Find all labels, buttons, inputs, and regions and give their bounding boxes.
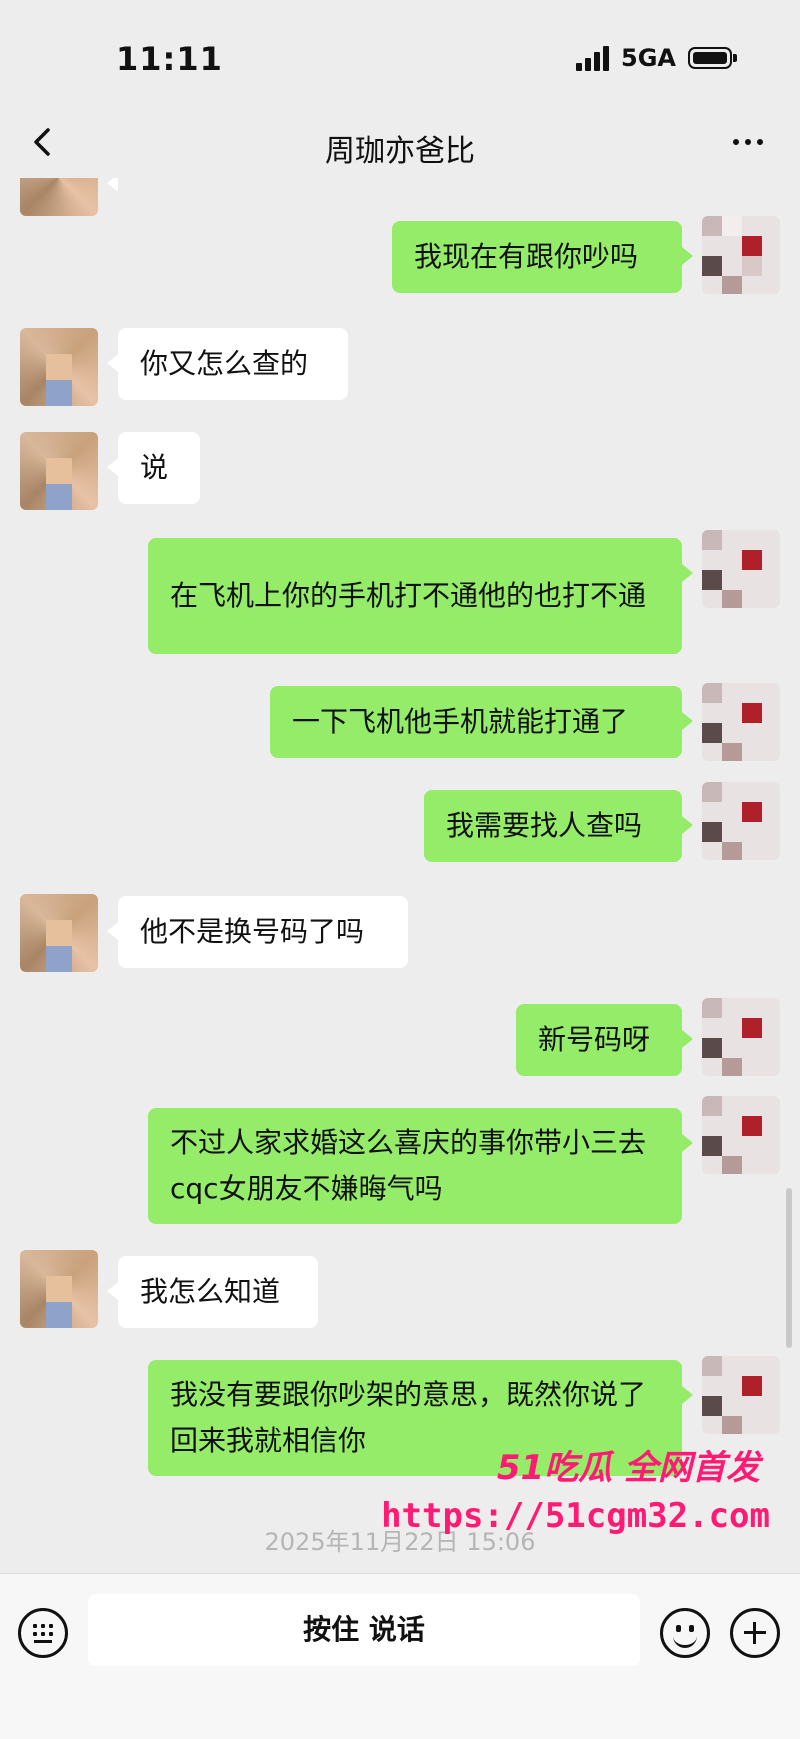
my-avatar[interactable] [702, 683, 780, 761]
contact-avatar[interactable] [20, 894, 98, 972]
hold-to-talk-button[interactable]: 按住 说话 [88, 1594, 640, 1666]
status-time: 11:11 [116, 40, 223, 78]
input-bar: 按住 说话 [0, 1573, 800, 1739]
contact-avatar[interactable] [20, 1250, 98, 1328]
more-dots-icon[interactable] [728, 122, 768, 162]
my-avatar[interactable] [702, 998, 780, 1076]
contact-avatar[interactable] [20, 328, 98, 406]
message-bubble[interactable]: 不过人家求婚这么喜庆的事你带小三去cqc女朋友不嫌晦气吗 [148, 1108, 693, 1224]
message-bubble[interactable]: 我现在有跟你吵吗 [392, 221, 693, 293]
signal-icon [576, 45, 610, 71]
status-bar: 11:11 5GA [0, 0, 800, 110]
contact-avatar[interactable] [20, 432, 98, 510]
message-bubble[interactable]: 一下飞机他手机就能打通了 [270, 686, 693, 758]
scrollbar[interactable] [786, 1188, 792, 1348]
network-label: 5GA [621, 44, 676, 72]
message-list[interactable]: 我现在有跟你吵吗 你又怎么查的 说 在飞机上你的手机打不通他的也打不通 一下飞机… [0, 178, 800, 1574]
watermark-line-1: 51吃瓜 全网首发 [496, 1448, 760, 1488]
status-icons: 5GA [576, 44, 737, 72]
watermark: 51吃瓜 全网首发 https://51cgm32.com [381, 1440, 770, 1580]
message-bubble[interactable]: 我需要找人查吗 [424, 790, 693, 862]
chat-title[interactable]: 周珈亦爸比 [0, 126, 800, 170]
keyboard-icon[interactable] [18, 1608, 68, 1658]
message-bubble[interactable]: 说 [107, 432, 200, 504]
my-avatar[interactable] [702, 1356, 780, 1434]
message-bubble[interactable]: 在飞机上你的手机打不通他的也打不通 [148, 538, 693, 654]
message-bubble[interactable]: 我怎么知道 [107, 1256, 318, 1328]
chat-header: 周珈亦爸比 [0, 110, 800, 178]
message-bubble[interactable]: 他不是换号码了吗 [107, 896, 408, 968]
plus-icon[interactable] [730, 1608, 780, 1658]
contact-avatar[interactable] [20, 178, 98, 216]
my-avatar[interactable] [702, 530, 780, 608]
message-bubble[interactable]: 你又怎么查的 [107, 328, 348, 400]
my-avatar[interactable] [702, 1096, 780, 1174]
watermark-line-2: https://51cgm32.com [381, 1496, 770, 1536]
message-bubble[interactable]: 新号码呀 [516, 1004, 693, 1076]
emoji-icon[interactable] [660, 1608, 710, 1658]
battery-icon [688, 47, 737, 69]
my-avatar[interactable] [702, 782, 780, 860]
my-avatar[interactable] [702, 216, 780, 294]
